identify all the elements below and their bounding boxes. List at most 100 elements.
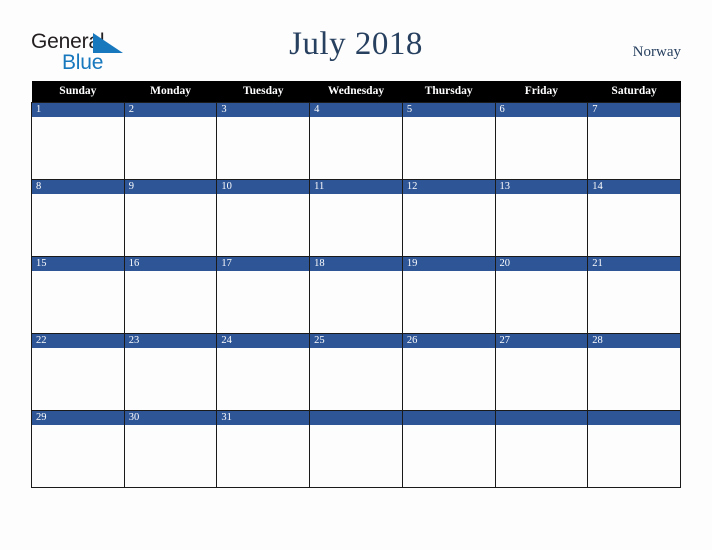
calendar-day-cell[interactable]: 3	[216, 102, 311, 180]
calendar-day-cell-empty[interactable]	[309, 410, 403, 488]
day-number: 29	[32, 411, 124, 425]
calendar-day-cell[interactable]: 20	[494, 256, 589, 334]
day-content-area[interactable]	[125, 348, 217, 409]
day-content-area[interactable]	[310, 348, 402, 409]
calendar-week-row: 29 30 31	[31, 410, 681, 488]
day-number	[310, 411, 402, 425]
weekday-header-wednesday: Wednesday	[309, 81, 403, 103]
calendar-week-row: 22 23 24 25 26 27 28	[31, 333, 681, 411]
calendar-day-cell[interactable]: 17	[216, 256, 311, 334]
day-content-area[interactable]	[588, 117, 680, 178]
calendar-day-cell[interactable]: 7	[587, 102, 681, 180]
day-number: 26	[402, 334, 495, 348]
calendar-day-cell[interactable]: 4	[309, 102, 403, 180]
calendar-day-cell[interactable]: 22	[31, 333, 125, 411]
calendar-day-cell[interactable]: 29	[31, 410, 125, 488]
calendar-day-cell[interactable]: 21	[587, 256, 681, 334]
calendar-day-cell[interactable]: 23	[123, 333, 218, 411]
day-number: 19	[402, 257, 495, 271]
day-content-area[interactable]	[217, 194, 309, 255]
calendar-day-cell[interactable]: 6	[494, 102, 589, 180]
calendar-day-cell[interactable]: 12	[401, 179, 496, 257]
day-content-area[interactable]	[403, 194, 495, 255]
day-number: 13	[495, 180, 588, 194]
day-number: 27	[495, 334, 588, 348]
day-content-area[interactable]	[32, 425, 124, 486]
calendar-day-cell[interactable]: 19	[401, 256, 496, 334]
day-content-area[interactable]	[32, 194, 124, 255]
day-content-area[interactable]	[125, 117, 217, 178]
day-number: 30	[124, 411, 217, 425]
weekday-header-tuesday: Tuesday	[216, 81, 310, 103]
day-content-area[interactable]	[403, 271, 495, 332]
day-content-area[interactable]	[496, 348, 588, 409]
day-content-area[interactable]	[310, 271, 402, 332]
calendar-day-cell[interactable]: 25	[309, 333, 403, 411]
day-content-area[interactable]	[588, 194, 680, 255]
day-content-area[interactable]	[496, 117, 588, 178]
day-content-area[interactable]	[588, 348, 680, 409]
day-number: 1	[32, 103, 124, 117]
day-content-area[interactable]	[403, 425, 495, 486]
page-title: July 2018	[289, 26, 423, 62]
calendar-day-cell[interactable]: 9	[123, 179, 218, 257]
day-number: 21	[588, 257, 680, 271]
calendar-day-cell[interactable]: 1	[31, 102, 125, 180]
day-number: 28	[588, 334, 680, 348]
calendar-day-cell[interactable]: 14	[587, 179, 681, 257]
day-content-area[interactable]	[588, 425, 680, 486]
day-number: 18	[310, 257, 402, 271]
day-content-area[interactable]	[32, 348, 124, 409]
day-content-area[interactable]	[403, 117, 495, 178]
day-content-area[interactable]	[588, 271, 680, 332]
calendar-day-cell[interactable]: 31	[216, 410, 311, 488]
calendar-day-cell[interactable]: 8	[31, 179, 125, 257]
calendar-day-cell[interactable]: 11	[309, 179, 403, 257]
calendar-day-cell[interactable]: 13	[494, 179, 589, 257]
calendar-day-cell[interactable]: 16	[123, 256, 218, 334]
day-content-area[interactable]	[310, 194, 402, 255]
day-number: 3	[217, 103, 310, 117]
day-content-area[interactable]	[125, 194, 217, 255]
day-content-area[interactable]	[403, 348, 495, 409]
weekday-header-sunday: Sunday	[31, 81, 125, 103]
day-number: 10	[217, 180, 310, 194]
day-number	[402, 411, 495, 425]
day-content-area[interactable]	[217, 348, 309, 409]
day-number: 11	[310, 180, 402, 194]
day-content-area[interactable]	[310, 117, 402, 178]
day-content-area[interactable]	[125, 271, 217, 332]
day-content-area[interactable]	[32, 117, 124, 178]
day-number: 15	[32, 257, 124, 271]
calendar-day-cell[interactable]: 26	[401, 333, 496, 411]
calendar-day-cell-empty[interactable]	[401, 410, 496, 488]
weekday-header-saturday: Saturday	[587, 81, 681, 103]
day-content-area[interactable]	[217, 425, 309, 486]
calendar-day-cell-empty[interactable]	[587, 410, 681, 488]
day-number: 2	[124, 103, 217, 117]
day-number: 12	[402, 180, 495, 194]
day-content-area[interactable]	[496, 271, 588, 332]
calendar-day-cell[interactable]: 15	[31, 256, 125, 334]
calendar-day-cell[interactable]: 5	[401, 102, 496, 180]
calendar-day-cell[interactable]: 27	[494, 333, 589, 411]
day-content-area[interactable]	[32, 271, 124, 332]
day-content-area[interactable]	[310, 425, 402, 486]
calendar-day-cell[interactable]: 28	[587, 333, 681, 411]
day-content-area[interactable]	[217, 117, 309, 178]
calendar-day-cell-empty[interactable]	[494, 410, 589, 488]
calendar-day-cell[interactable]: 2	[123, 102, 218, 180]
calendar-day-cell[interactable]: 10	[216, 179, 311, 257]
weekday-header-friday: Friday	[495, 81, 588, 103]
calendar-day-cell[interactable]: 24	[216, 333, 311, 411]
day-number	[495, 411, 588, 425]
calendar-day-cell[interactable]: 18	[309, 256, 403, 334]
day-content-area[interactable]	[125, 425, 217, 486]
day-content-area[interactable]	[496, 425, 588, 486]
day-number: 5	[402, 103, 495, 117]
day-content-area[interactable]	[496, 194, 588, 255]
day-number: 20	[495, 257, 588, 271]
calendar-day-cell[interactable]: 30	[123, 410, 218, 488]
day-content-area[interactable]	[217, 271, 309, 332]
day-number: 23	[124, 334, 217, 348]
